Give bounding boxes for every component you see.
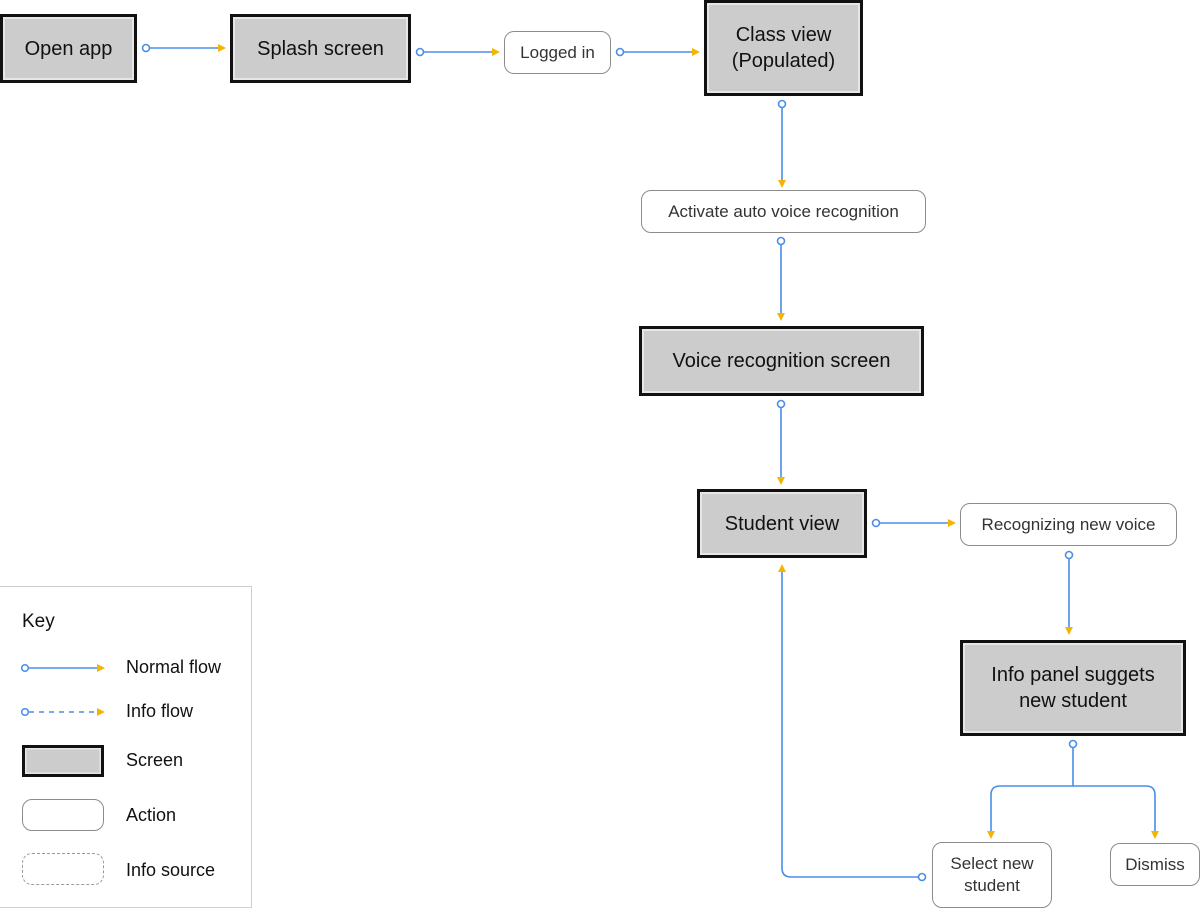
node-info-panel: Info panel suggets new student — [960, 640, 1186, 736]
legend-swatch-info-source — [22, 853, 104, 885]
node-student-view: Student view — [697, 489, 867, 558]
arrowhead-icon — [948, 519, 956, 527]
node-label: Recognizing new voice — [981, 514, 1156, 534]
node-label-line2: student — [964, 876, 1020, 895]
node-dismiss: Dismiss — [1110, 843, 1200, 886]
arrowhead-icon — [218, 44, 226, 52]
edge-origin-dot — [776, 236, 786, 246]
arrowhead-icon — [692, 48, 700, 56]
edge-origin-dot — [1068, 739, 1078, 749]
node-voice-recognition-screen: Voice recognition screen — [639, 326, 924, 396]
arrowhead-icon — [1151, 831, 1159, 839]
legend-swatch-screen — [22, 745, 104, 777]
node-label: Voice recognition screen — [672, 350, 891, 372]
edge-origin-dot — [777, 99, 787, 109]
node-label: Open app — [24, 37, 113, 60]
arrowhead-icon — [97, 664, 105, 672]
edge-origin-dot — [20, 707, 30, 717]
node-class-view: Class view (Populated) — [704, 0, 863, 96]
node-label-line1: Select new — [950, 854, 1034, 873]
node-label-line2: new student — [1019, 690, 1127, 712]
edge-info-panel-to-select — [990, 748, 1074, 831]
legend-label-info-source: Info source — [126, 860, 216, 880]
node-label-line1: Class view — [735, 24, 832, 46]
arrowhead-icon — [1065, 627, 1073, 635]
edge-origin-dot — [20, 663, 30, 673]
edge-info-panel-to-dismiss — [1073, 785, 1156, 831]
node-logged-in: Logged in — [504, 31, 611, 74]
legend-label-normal-flow: Normal flow — [126, 657, 222, 677]
edge-origin-dot — [917, 872, 927, 882]
node-label-line1: Info panel suggets — [991, 664, 1155, 686]
arrowhead-icon — [777, 313, 785, 321]
edge-origin-dot — [615, 47, 625, 57]
arrowhead-icon — [492, 48, 500, 56]
node-open-app: Open app — [0, 14, 137, 83]
edge-origin-dot — [776, 399, 786, 409]
legend-label-screen: Screen — [126, 750, 184, 770]
legend-label-action: Action — [126, 805, 177, 825]
legend-title: Key — [22, 611, 55, 632]
node-label: Splash screen — [257, 37, 384, 60]
node-label: Dismiss — [1125, 854, 1185, 874]
node-label-line2: (Populated) — [731, 50, 836, 72]
arrowhead-icon — [778, 180, 786, 188]
node-splash-screen: Splash screen — [230, 14, 411, 83]
edge-origin-dot — [415, 47, 425, 57]
node-recognizing-new-voice: Recognizing new voice — [960, 503, 1177, 546]
edge-origin-dot — [1064, 550, 1074, 560]
node-label: Student view — [724, 512, 840, 535]
arrowhead-icon — [97, 708, 105, 716]
node-label: Activate auto voice recognition — [668, 201, 899, 221]
node-activate-voice: Activate auto voice recognition — [641, 190, 926, 233]
arrowhead-icon — [987, 831, 995, 839]
legend-swatch-action — [22, 799, 104, 831]
node-select-new-student: Select new student — [932, 842, 1052, 908]
arrowhead-icon — [778, 564, 786, 572]
node-label: Logged in — [520, 42, 595, 62]
edge-origin-dot — [141, 43, 151, 53]
legend-label-info-flow: Info flow — [126, 701, 194, 721]
legend: Key Normal flow Info flow Screen Action … — [0, 586, 252, 908]
arrowhead-icon — [777, 477, 785, 485]
edge-select-to-student-view — [781, 572, 918, 878]
edge-origin-dot — [871, 518, 881, 528]
